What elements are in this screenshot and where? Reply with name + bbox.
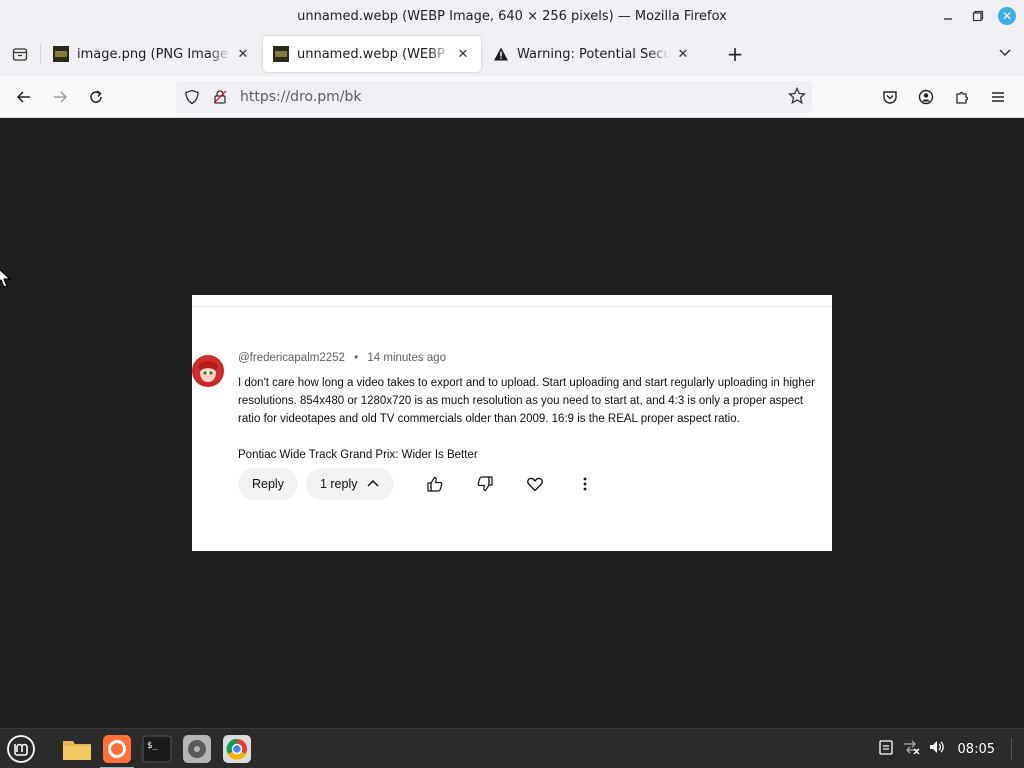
- meta-separator: •: [354, 352, 359, 364]
- replies-toggle: 1 reply: [305, 468, 394, 500]
- thumbs-down-icon: [460, 468, 510, 500]
- reply-label: Reply: [252, 477, 284, 491]
- comment-body: I don't care how long a video takes to e…: [238, 374, 828, 464]
- network-disconnected-icon[interactable]: [902, 739, 920, 759]
- replies-label: 1 reply: [319, 477, 358, 491]
- show-desktop-divider[interactable]: [1011, 738, 1012, 760]
- tracking-protection-shield-icon[interactable]: [184, 89, 200, 105]
- comment-actions: Reply 1 reply: [238, 468, 610, 500]
- url-bar[interactable]: https://dro.pm/bk: [176, 81, 812, 113]
- maximize-icon[interactable]: [968, 6, 988, 26]
- image-thumbnail-icon: [273, 46, 289, 62]
- comment-timestamp: 14 minutes ago: [367, 352, 447, 364]
- tab-unnamed-webp[interactable]: unnamed.webp (WEBP Image ✕: [263, 36, 481, 72]
- firefox-view-icon[interactable]: [0, 32, 40, 76]
- navigation-toolbar: https://dro.pm/bk: [0, 76, 1024, 118]
- comment-paragraph: Pontiac Wide Track Grand Prix: Wider Is …: [238, 449, 478, 461]
- app-menu-icon[interactable]: [980, 81, 1016, 113]
- thumbs-up-icon: [410, 468, 460, 500]
- image-thumbnail-icon: [53, 46, 69, 62]
- toolbar-right: [872, 81, 1016, 113]
- image-viewer: @fredericapalm2252 • 14 minutes ago I do…: [0, 118, 1024, 728]
- avatar: [192, 355, 224, 387]
- files-folder-icon[interactable]: [58, 731, 96, 767]
- list-all-tabs-icon[interactable]: [998, 44, 1012, 63]
- reload-icon[interactable]: [78, 81, 114, 113]
- comment-author: @fredericapalm2252: [238, 352, 345, 364]
- comment-paragraph: I don't care how long a video takes to e…: [238, 377, 815, 425]
- tab-label: unnamed.webp (WEBP Image: [297, 46, 451, 62]
- bookmark-star-icon[interactable]: [788, 87, 806, 105]
- close-tab-icon[interactable]: ✕: [235, 46, 251, 62]
- forward-icon[interactable]: [42, 81, 78, 113]
- svg-text:$_: $_: [147, 741, 158, 751]
- window-controls: ✕: [938, 6, 1016, 26]
- heart-icon: [510, 468, 560, 500]
- warning-icon: [494, 47, 508, 61]
- comment-meta: @fredericapalm2252 • 14 minutes ago: [238, 352, 446, 364]
- terminal-icon[interactable]: $_: [138, 731, 176, 767]
- tab-image-png[interactable]: image.png (PNG Image, 1920 ✕: [43, 36, 261, 72]
- window-title: unnamed.webp (WEBP Image, 640 × 256 pixe…: [297, 8, 727, 24]
- tab-label: image.png (PNG Image, 1920: [77, 46, 231, 62]
- back-icon[interactable]: [6, 81, 42, 113]
- clipboard-icon[interactable]: [878, 739, 894, 759]
- displayed-image[interactable]: @fredericapalm2252 • 14 minutes ago I do…: [192, 295, 832, 551]
- extensions-icon[interactable]: [944, 81, 980, 113]
- close-window-icon[interactable]: ✕: [998, 7, 1016, 25]
- firefox-taskbar-icon[interactable]: [98, 731, 136, 768]
- reply-button: Reply: [238, 468, 298, 500]
- divider: [192, 306, 832, 307]
- pocket-icon[interactable]: [872, 81, 908, 113]
- connection-lock-icon[interactable]: [212, 89, 228, 105]
- chevron-up-icon: [366, 479, 379, 487]
- url-text[interactable]: https://dro.pm/bk: [240, 89, 362, 105]
- tab-security-warning[interactable]: Warning: Potential Security ✕: [483, 36, 701, 72]
- mint-menu-icon[interactable]: [2, 731, 40, 767]
- taskbar: $_ 08:05: [0, 728, 1024, 768]
- account-icon[interactable]: [908, 81, 944, 113]
- window-titlebar: unnamed.webp (WEBP Image, 640 × 256 pixe…: [0, 0, 1024, 32]
- minimize-icon[interactable]: [938, 6, 958, 26]
- system-tray: 08:05: [878, 729, 1024, 768]
- chromium-icon[interactable]: [218, 731, 256, 767]
- tab-label: Warning: Potential Security: [517, 46, 671, 62]
- tab-strip: image.png (PNG Image, 1920 ✕ unnamed.web…: [0, 32, 1024, 76]
- more-options-icon: [560, 468, 610, 500]
- new-tab-icon[interactable]: +: [717, 36, 753, 72]
- volume-icon[interactable]: [928, 739, 946, 759]
- tab-separator: [40, 44, 41, 64]
- close-tab-icon[interactable]: ✕: [455, 46, 471, 62]
- clock[interactable]: 08:05: [958, 742, 995, 757]
- disk-utility-icon[interactable]: [178, 731, 216, 767]
- mouse-cursor-icon: [0, 268, 12, 288]
- close-tab-icon[interactable]: ✕: [675, 46, 691, 62]
